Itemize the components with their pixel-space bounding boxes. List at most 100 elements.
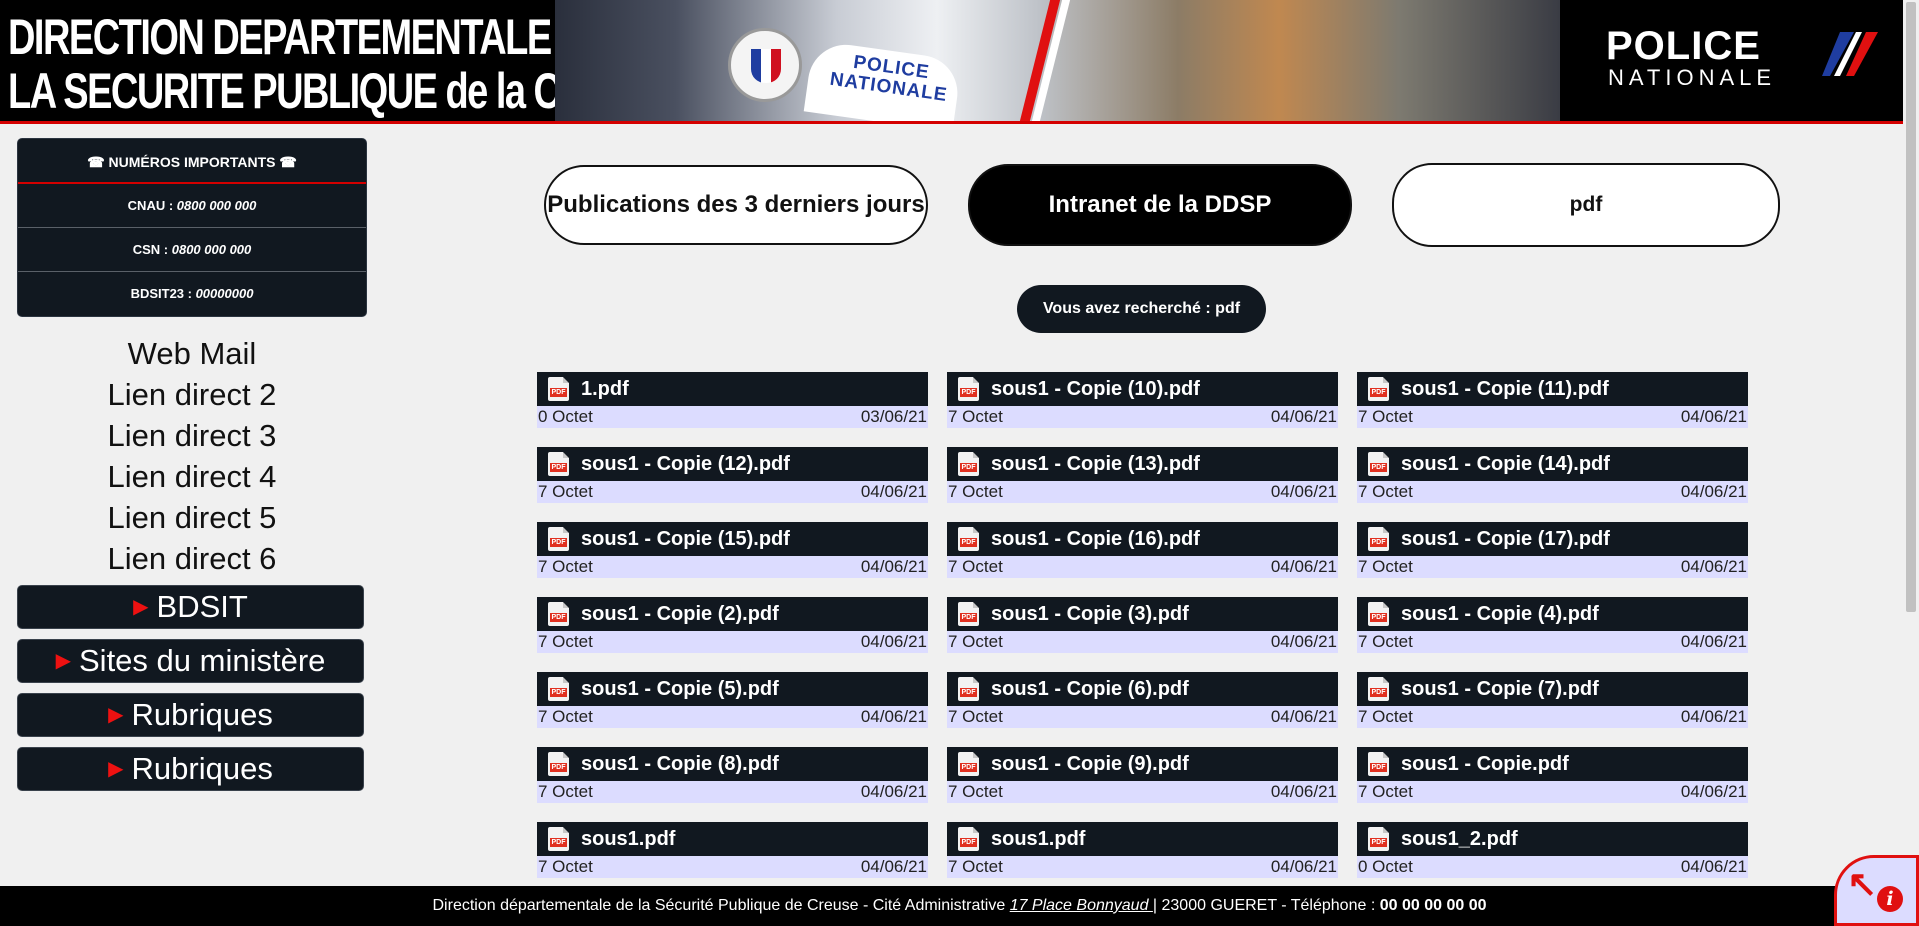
file-name-link[interactable]: PDF sous1 - Copie (4).pdf — [1357, 597, 1748, 631]
file-date: 04/06/21 — [1270, 557, 1337, 576]
sidebar-link-direct-4[interactable]: Lien direct 4 — [17, 456, 367, 497]
file-card[interactable]: PDF sous1 - Copie (16).pdf 7 Octet 04/06/21 — [947, 522, 1338, 578]
pdf-file-icon: PDF — [548, 677, 569, 701]
file-name-link[interactable]: PDF sous1 - Copie (9).pdf — [947, 747, 1338, 781]
file-card[interactable]: PDF sous1 - Copie (17).pdf 7 Octet 04/06/21 — [1357, 522, 1748, 578]
file-date: 04/06/21 — [860, 482, 927, 501]
file-card[interactable]: PDF sous1 - Copie (11).pdf 7 Octet 04/06/21 — [1357, 372, 1748, 428]
recent-publications-button[interactable]: Publications des 3 derniers jours — [544, 165, 928, 245]
file-name-link[interactable]: PDF sous1 - Copie (2).pdf — [537, 597, 928, 631]
sidebar-menu-rubriques[interactable]: ▶ Rubriques — [17, 693, 364, 737]
file-name-link[interactable]: PDF sous1.pdf — [537, 822, 928, 856]
search-input[interactable]: pdf — [1392, 163, 1780, 247]
file-date: 04/06/21 — [1680, 857, 1747, 876]
file-name-link[interactable]: PDF 1.pdf — [537, 372, 928, 406]
file-name-link[interactable]: PDF sous1 - Copie (13).pdf — [947, 447, 1338, 481]
file-meta: 7 Octet 04/06/21 — [537, 706, 928, 728]
file-date: 04/06/21 — [1270, 782, 1337, 801]
file-size: 7 Octet — [1358, 407, 1413, 426]
file-meta: 7 Octet 04/06/21 — [947, 481, 1338, 503]
intranet-ddsp-button[interactable]: Intranet de la DDSP — [968, 164, 1352, 246]
file-name-link[interactable]: PDF sous1.pdf — [947, 822, 1338, 856]
file-name-link[interactable]: PDF sous1 - Copie (6).pdf — [947, 672, 1338, 706]
important-numbers-panel: ☎ NUMÉROS IMPORTANTS ☎ CNAU : 0800 000 0… — [17, 138, 367, 317]
pdf-file-icon: PDF — [548, 602, 569, 626]
pdf-file-icon: PDF — [958, 827, 979, 851]
file-date: 04/06/21 — [860, 632, 927, 651]
file-date: 04/06/21 — [1270, 407, 1337, 426]
file-meta: 7 Octet 04/06/21 — [1357, 631, 1748, 653]
file-name-link[interactable]: PDF sous1 - Copie (8).pdf — [537, 747, 928, 781]
file-card[interactable]: PDF sous1 - Copie (9).pdf 7 Octet 04/06/21 — [947, 747, 1338, 803]
file-card[interactable]: PDF sous1 - Copie (7).pdf 7 Octet 04/06/21 — [1357, 672, 1748, 728]
file-name: sous1 - Copie (10).pdf — [991, 378, 1200, 400]
sidebar-menu-bdsit[interactable]: ▶ BDSIT — [17, 585, 364, 629]
file-name-link[interactable]: PDF sous1 - Copie (17).pdf — [1357, 522, 1748, 556]
file-date: 04/06/21 — [1680, 557, 1747, 576]
file-meta: 7 Octet 04/06/21 — [1357, 481, 1748, 503]
file-meta: 7 Octet 04/06/21 — [537, 781, 928, 803]
file-card[interactable]: PDF sous1.pdf 7 Octet 04/06/21 — [537, 822, 928, 878]
file-size: 7 Octet — [948, 482, 1003, 501]
file-name-link[interactable]: PDF sous1 - Copie (11).pdf — [1357, 372, 1748, 406]
file-name-link[interactable]: PDF sous1 - Copie (12).pdf — [537, 447, 928, 481]
info-icon: i — [1877, 886, 1903, 912]
file-card[interactable]: PDF sous1 - Copie (14).pdf 7 Octet 04/06/21 — [1357, 447, 1748, 503]
file-name-link[interactable]: PDF sous1 - Copie (5).pdf — [537, 672, 928, 706]
file-card[interactable]: PDF sous1 - Copie (6).pdf 7 Octet 04/06/21 — [947, 672, 1338, 728]
file-card[interactable]: PDF sous1_2.pdf 0 Octet 04/06/21 — [1357, 822, 1748, 878]
file-name-link[interactable]: PDF sous1 - Copie (15).pdf — [537, 522, 928, 556]
file-name: sous1 - Copie (14).pdf — [1401, 453, 1610, 475]
file-size: 7 Octet — [948, 407, 1003, 426]
sidebar-link-direct-6[interactable]: Lien direct 6 — [17, 538, 367, 579]
police-nationale-logo[interactable]: POLICE NATIONALE — [1606, 26, 1776, 90]
file-name-link[interactable]: PDF sous1_2.pdf — [1357, 822, 1748, 856]
file-card[interactable]: PDF sous1 - Copie (15).pdf 7 Octet 04/06/21 — [537, 522, 928, 578]
pdf-file-icon: PDF — [1368, 602, 1389, 626]
pdf-file-icon: PDF — [1368, 377, 1389, 401]
file-meta: 7 Octet 04/06/21 — [1357, 781, 1748, 803]
pdf-file-icon: PDF — [1368, 677, 1389, 701]
file-name-link[interactable]: PDF sous1 - Copie (7).pdf — [1357, 672, 1748, 706]
file-date: 04/06/21 — [1270, 707, 1337, 726]
file-card[interactable]: PDF sous1 - Copie (13).pdf 7 Octet 04/06/21 — [947, 447, 1338, 503]
file-date: 04/06/21 — [1270, 632, 1337, 651]
file-date: 04/06/21 — [1680, 632, 1747, 651]
file-card[interactable]: PDF sous1 - Copie (10).pdf 7 Octet 04/06/21 — [947, 372, 1338, 428]
file-meta: 7 Octet 04/06/21 — [947, 856, 1338, 878]
pdf-file-icon: PDF — [958, 527, 979, 551]
file-name: sous1 - Copie (15).pdf — [581, 528, 790, 550]
file-card[interactable]: PDF sous1 - Copie (2).pdf 7 Octet 04/06/21 — [537, 597, 928, 653]
play-arrow-icon: ▶ — [108, 758, 124, 780]
file-size: 0 Octet — [538, 407, 593, 426]
file-name-link[interactable]: PDF sous1 - Copie (10).pdf — [947, 372, 1338, 406]
file-card[interactable]: PDF sous1 - Copie (4).pdf 7 Octet 04/06/21 — [1357, 597, 1748, 653]
sidebar-link-webmail[interactable]: Web Mail — [17, 333, 367, 374]
footer-address-link[interactable]: 17 Place Bonnyaud — [1010, 897, 1153, 914]
file-card[interactable]: PDF sous1 - Copie (5).pdf 7 Octet 04/06/21 — [537, 672, 928, 728]
file-card[interactable]: PDF sous1 - Copie (3).pdf 7 Octet 04/06/21 — [947, 597, 1338, 653]
help-widget[interactable]: ↖ i — [1834, 855, 1919, 926]
file-name-link[interactable]: PDF sous1 - Copie.pdf — [1357, 747, 1748, 781]
important-number-row: BDSIT23 : 00000000 — [130, 286, 254, 301]
file-size: 7 Octet — [538, 557, 593, 576]
scrollbar-thumb[interactable] — [1906, 2, 1916, 612]
pdf-file-icon: PDF — [1368, 752, 1389, 776]
file-name-link[interactable]: PDF sous1 - Copie (3).pdf — [947, 597, 1338, 631]
sidebar-link-direct-3[interactable]: Lien direct 3 — [17, 415, 367, 456]
file-name: sous1 - Copie (9).pdf — [991, 753, 1189, 775]
file-date: 04/06/21 — [1680, 407, 1747, 426]
sidebar-menu-sites-ministere[interactable]: ▶ Sites du ministère — [17, 639, 364, 683]
file-card[interactable]: PDF sous1 - Copie (12).pdf 7 Octet 04/06/21 — [537, 447, 928, 503]
file-name-link[interactable]: PDF sous1 - Copie (14).pdf — [1357, 447, 1748, 481]
file-card[interactable]: PDF 1.pdf 0 Octet 03/06/21 — [537, 372, 928, 428]
file-card[interactable]: PDF sous1 - Copie.pdf 7 Octet 04/06/21 — [1357, 747, 1748, 803]
important-numbers-title: ☎ NUMÉROS IMPORTANTS ☎ — [18, 139, 366, 184]
file-card[interactable]: PDF sous1.pdf 7 Octet 04/06/21 — [947, 822, 1338, 878]
sidebar-link-direct-5[interactable]: Lien direct 5 — [17, 497, 367, 538]
file-card[interactable]: PDF sous1 - Copie (8).pdf 7 Octet 04/06/21 — [537, 747, 928, 803]
file-name-link[interactable]: PDF sous1 - Copie (16).pdf — [947, 522, 1338, 556]
sidebar-menu-rubriques-2[interactable]: ▶ Rubriques — [17, 747, 364, 791]
sidebar-link-direct-2[interactable]: Lien direct 2 — [17, 374, 367, 415]
file-size: 7 Octet — [1358, 782, 1413, 801]
